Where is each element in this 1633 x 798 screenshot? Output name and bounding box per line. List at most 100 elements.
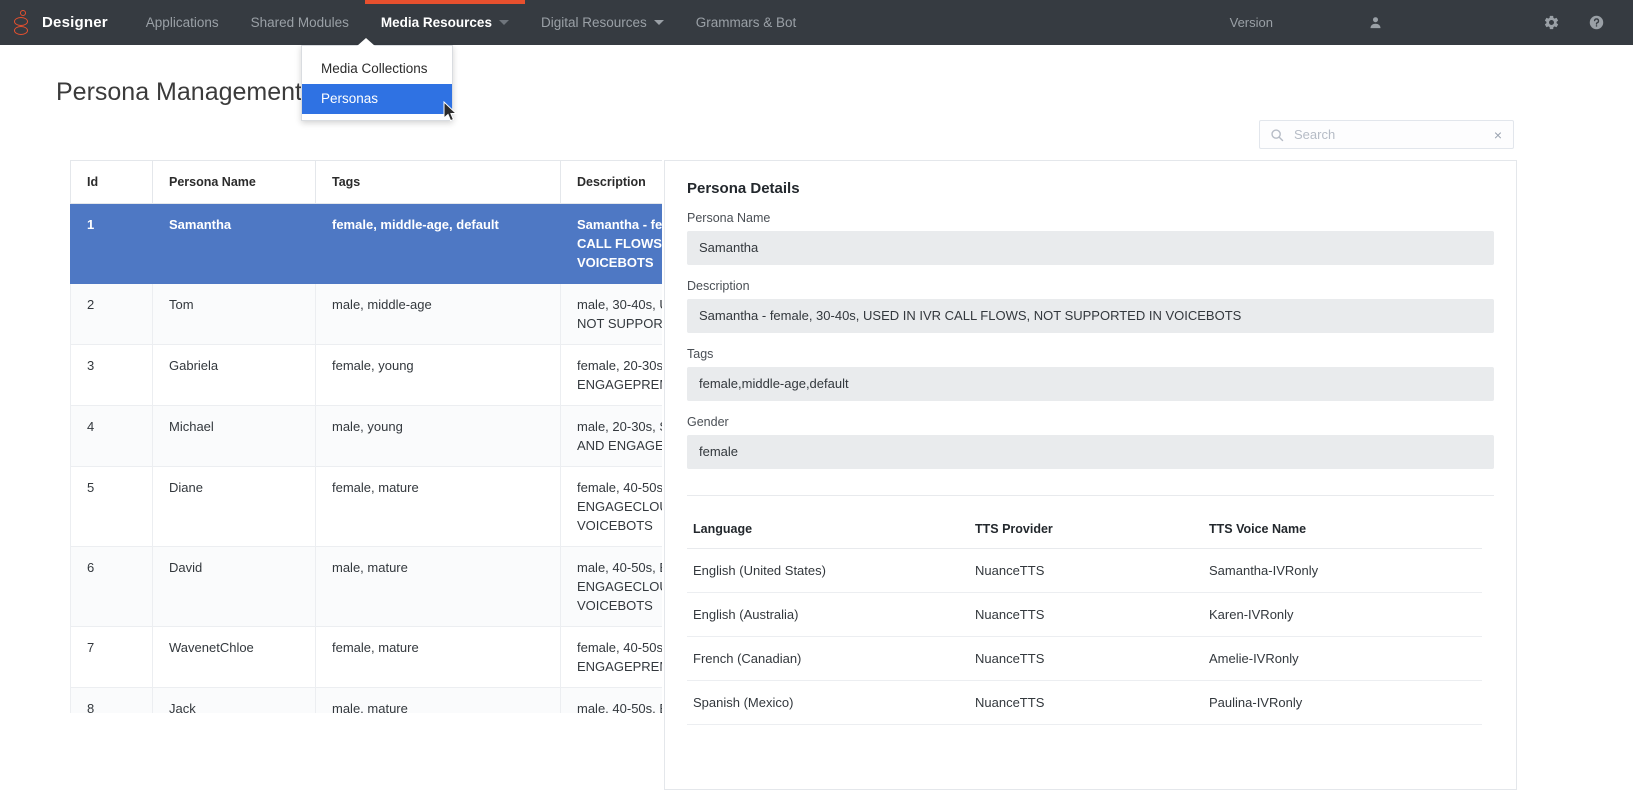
nav-item-list: Applications Shared Modules Media Resour… — [130, 0, 812, 45]
search-box[interactable]: × — [1259, 120, 1514, 149]
cell-persona-name: WavenetChloe — [152, 626, 316, 688]
brand-label: Designer — [42, 14, 108, 31]
tts-header-row: Language TTS Provider TTS Voice Name — [687, 522, 1482, 549]
cell-description: male, 20-30s, SUPPORTED IN ENGAGEPREM AN… — [560, 405, 662, 467]
cell-tags: male, mature — [315, 546, 561, 627]
cell-language: English (Australia) — [687, 592, 969, 637]
cell-description: male, 40-50s, ENGAGEPREM and ENGAGECLOUD… — [560, 687, 662, 713]
table-row[interactable]: English (Australia) NuanceTTS Karen-IVRo… — [687, 592, 1482, 637]
persona-name-value[interactable]: Samantha — [687, 231, 1494, 265]
cell-tags: female, middle-age, default — [315, 203, 561, 284]
column-header-tts-voice-name: TTS Voice Name — [1203, 522, 1482, 549]
field-label: Description — [687, 279, 750, 293]
table-row[interactable]: 7 WavenetChloe female, mature female, 40… — [70, 626, 662, 688]
search-input[interactable] — [1292, 126, 1494, 143]
dropdown-item-personas[interactable]: Personas — [302, 84, 452, 114]
field-tags: Tags female,middle-age,default — [687, 347, 1494, 401]
help-icon[interactable] — [1588, 14, 1605, 31]
cell-id: 1 — [70, 203, 153, 284]
cell-id: 3 — [70, 344, 153, 406]
cell-persona-name: Gabriela — [152, 344, 316, 406]
column-header-description[interactable]: Description — [560, 160, 662, 204]
cell-voice: Karen-IVRonly — [1203, 592, 1482, 637]
clear-search-icon[interactable]: × — [1494, 128, 1502, 142]
designer-logo-icon — [12, 9, 32, 36]
table-row[interactable]: French (Canadian) NuanceTTS Amelie-IVRon… — [687, 636, 1482, 681]
dropdown-item-label: Personas — [321, 91, 379, 106]
table-row[interactable]: English (United States) NuanceTTS Samant… — [687, 548, 1482, 593]
dropdown-item-label: Media Collections — [321, 61, 428, 76]
tts-voices-table: Language TTS Provider TTS Voice Name Eng… — [687, 522, 1482, 725]
brand-logo-area[interactable]: Designer — [0, 0, 112, 45]
table-row[interactable]: Spanish (Mexico) NuanceTTS Paulina-IVRon… — [687, 680, 1482, 725]
column-header-persona-name[interactable]: Persona Name — [152, 160, 316, 204]
mouse-cursor — [443, 100, 458, 128]
top-navigation-bar: Designer Applications Shared Modules Med… — [0, 0, 1633, 45]
nav-item-digital-resources[interactable]: Digital Resources — [525, 0, 680, 45]
cell-tags: male, mature — [315, 687, 561, 713]
cell-tags: female, mature — [315, 466, 561, 547]
field-description: Description Samantha - female, 30-40s, U… — [687, 279, 1494, 333]
gear-icon[interactable] — [1543, 14, 1560, 31]
table-row[interactable]: 8 Jack male, mature male, 40-50s, ENGAGE… — [70, 687, 662, 713]
section-divider — [687, 495, 1494, 496]
cell-tags: female, young — [315, 344, 561, 406]
tts-table-body: English (United States) NuanceTTS Samant… — [687, 548, 1482, 725]
nav-item-label: Media Resources — [380, 15, 492, 30]
gender-value[interactable]: female — [687, 435, 1494, 469]
cell-persona-name: Diane — [152, 466, 316, 547]
nav-item-label: Applications — [145, 15, 219, 30]
table-row[interactable]: 4 Michael male, young male, 20-30s, SUPP… — [70, 405, 662, 467]
chevron-down-icon — [498, 20, 509, 25]
cell-persona-name: Tom — [152, 283, 316, 345]
cell-id: 4 — [70, 405, 153, 467]
nav-item-media-resources[interactable]: Media Resources — [364, 0, 526, 45]
cell-language: French (Canadian) — [687, 636, 969, 681]
version-label: Version — [1229, 15, 1273, 30]
dropdown-item-media-collections[interactable]: Media Collections — [302, 54, 452, 84]
cell-language: English (United States) — [687, 548, 969, 593]
column-header-id[interactable]: Id — [70, 160, 153, 204]
personas-table-body: 1 Samantha female, middle-age, default S… — [70, 203, 662, 713]
description-value[interactable]: Samantha - female, 30-40s, USED IN IVR C… — [687, 299, 1494, 333]
cell-persona-name: David — [152, 546, 316, 627]
column-header-tags[interactable]: Tags — [315, 160, 561, 204]
nav-item-shared-modules[interactable]: Shared Modules — [235, 0, 365, 45]
table-row[interactable]: 6 David male, mature male, 40-50s, ENGAG… — [70, 546, 662, 627]
nav-item-label: Grammars & Bot — [695, 15, 797, 30]
cell-provider: NuanceTTS — [969, 636, 1203, 681]
table-row[interactable]: 1 Samantha female, middle-age, default S… — [70, 203, 662, 284]
nav-item-grammars-and-bots[interactable]: Grammars & Bot — [680, 0, 813, 45]
page-title: Persona Management — [56, 78, 302, 106]
table-row[interactable]: 3 Gabriela female, young female, 20-30s,… — [70, 344, 662, 406]
cell-provider: NuanceTTS — [969, 680, 1203, 725]
persona-details-title: Persona Details — [687, 180, 800, 197]
field-label: Tags — [687, 347, 714, 361]
column-header-language: Language — [687, 522, 969, 549]
cell-tags: male, middle-age — [315, 283, 561, 345]
cell-provider: NuanceTTS — [969, 592, 1203, 637]
nav-item-label: Shared Modules — [250, 15, 349, 30]
field-persona-name: Persona Name Samantha — [687, 211, 1494, 265]
cell-persona-name: Michael — [152, 405, 316, 467]
table-row[interactable]: 5 Diane female, mature female, 40-50s, E… — [70, 466, 662, 547]
nav-item-applications[interactable]: Applications — [130, 0, 235, 45]
cell-voice: Amelie-IVRonly — [1203, 636, 1482, 681]
cell-voice: Paulina-IVRonly — [1203, 680, 1482, 725]
cell-description: female, 40-50s, SUPPORTED IN ENGAGEPREM … — [560, 626, 662, 688]
cell-provider: NuanceTTS — [969, 548, 1203, 593]
cell-id: 8 — [70, 687, 153, 713]
personas-table-container[interactable]: Id Persona Name Tags Description 1 Saman… — [70, 160, 662, 713]
chevron-down-icon — [653, 20, 664, 25]
cell-description: Samantha - female, 30-40s, USED IN IVR C… — [560, 203, 662, 284]
cell-tags: female, mature — [315, 626, 561, 688]
cell-language: Spanish (Mexico) — [687, 680, 969, 725]
cell-description: female, 40-50s, ENGAGEPREM and ENGAGECLO… — [560, 466, 662, 547]
field-label: Persona Name — [687, 211, 771, 225]
table-row[interactable]: 2 Tom male, middle-age male, 30-40s, USE… — [70, 283, 662, 345]
field-gender: Gender female — [687, 415, 1494, 469]
user-icon[interactable] — [1368, 15, 1383, 30]
column-header-tts-provider: TTS Provider — [969, 522, 1203, 549]
tags-value[interactable]: female,middle-age,default — [687, 367, 1494, 401]
cell-tags: male, young — [315, 405, 561, 467]
